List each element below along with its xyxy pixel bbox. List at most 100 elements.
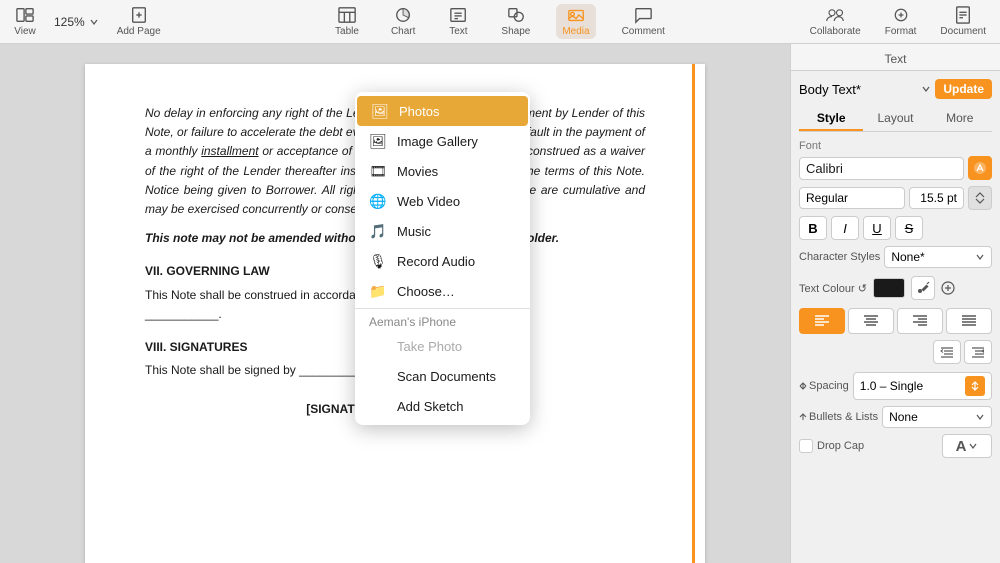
view-icon [14, 6, 36, 24]
dropcap-style-button[interactable]: A [942, 434, 992, 458]
style-dropdown[interactable] [921, 84, 931, 94]
menu-item-image-gallery-label: Image Gallery [397, 134, 478, 149]
view-label: View [14, 26, 36, 37]
align-center-button[interactable] [848, 308, 894, 334]
dropcap-label: Drop Cap [817, 440, 864, 452]
bullets-value: None [889, 410, 918, 424]
bullets-chevron-icon [975, 413, 985, 421]
text-color-swatch[interactable] [873, 278, 905, 298]
menu-item-choose[interactable]: 📁 Choose… [355, 276, 530, 306]
font-name-box[interactable]: Calibri [799, 157, 964, 180]
panel-tabs: Style Layout More [799, 107, 992, 132]
menu-item-web-video-label: Web Video [397, 194, 460, 209]
align-justify-button[interactable] [946, 308, 992, 334]
indent-decrease-button[interactable] [933, 340, 961, 364]
font-color-icon [973, 161, 987, 175]
font-size-box[interactable]: 15.5 pt [909, 187, 964, 209]
align-right-icon [912, 314, 928, 328]
indent-increase-button[interactable] [964, 340, 992, 364]
font-style-value: Regular [806, 191, 848, 205]
char-styles-dropdown[interactable]: None* [884, 246, 992, 268]
font-color-button[interactable] [968, 156, 992, 180]
text-icon [447, 6, 469, 24]
strikethrough-button[interactable]: S [895, 216, 923, 240]
menu-item-take-photo[interactable]: Take Photo [355, 331, 530, 361]
spacing-stepper-arrows [969, 380, 981, 392]
style-name: Body Text* [799, 82, 917, 97]
media-button[interactable]: Media [556, 4, 595, 39]
tab-style[interactable]: Style [799, 107, 863, 131]
document-area: No delay in enforcing any right of the L… [0, 44, 790, 563]
main-toolbar: View 125% Add Page [0, 0, 1000, 44]
dropcap-chevron-icon [968, 442, 978, 450]
bold-button[interactable]: B [799, 216, 827, 240]
view-button[interactable]: View [8, 4, 42, 39]
menu-item-record-audio[interactable]: 🎙 Record Audio [355, 246, 530, 276]
italic-button[interactable]: I [831, 216, 859, 240]
shape-button[interactable]: Shape [495, 4, 536, 39]
menu-item-image-gallery[interactable]: 🖼 Image Gallery [355, 126, 530, 156]
chart-button[interactable]: Chart [385, 4, 421, 39]
media-label: Media [562, 26, 589, 37]
font-style-box[interactable]: Regular [799, 187, 905, 209]
take-photo-icon [369, 337, 387, 355]
collaborate-label: Collaborate [810, 26, 861, 37]
media-icon [565, 6, 587, 24]
menu-item-add-sketch[interactable]: Add Sketch [355, 391, 530, 421]
align-left-button[interactable] [799, 308, 845, 334]
add-page-icon [128, 6, 150, 24]
menu-item-scan-documents[interactable]: Scan Documents [355, 361, 530, 391]
align-center-icon [863, 314, 879, 328]
text-button[interactable]: Text [441, 4, 475, 39]
font-section-label: Font [799, 140, 992, 152]
align-justify-icon [961, 314, 977, 328]
shape-icon [505, 6, 527, 24]
table-button[interactable]: Table [329, 4, 365, 39]
text-color-options-icon[interactable] [941, 281, 955, 295]
menu-item-music-label: Music [397, 224, 431, 239]
chart-icon [392, 6, 414, 24]
bullets-dropdown[interactable]: None [882, 406, 992, 428]
menu-item-photos[interactable]: 🖼 Photos [357, 96, 528, 126]
document-button[interactable]: Document [934, 4, 992, 39]
menu-item-choose-label: Choose… [397, 284, 455, 299]
right-panel: Text Body Text* Update Style Layout More… [790, 44, 1000, 563]
spacing-row: Spacing 1.0 – Single [799, 372, 992, 400]
alignment-row [799, 308, 992, 334]
menu-separator [355, 308, 530, 309]
record-audio-icon: 🎙 [369, 252, 387, 270]
format-button[interactable]: Format [879, 4, 923, 39]
media-dropdown-menu: 🖼 Photos 🖼 Image Gallery 🎞 Movies 🌐 Web … [355, 92, 530, 425]
movies-icon: 🎞 [369, 162, 387, 180]
spacing-dropdown[interactable]: 1.0 – Single [853, 372, 992, 400]
tab-layout[interactable]: Layout [863, 107, 927, 131]
underline-button[interactable]: U [863, 216, 891, 240]
menu-item-scan-documents-label: Scan Documents [397, 369, 496, 384]
collaborate-icon [824, 6, 846, 24]
format-icon [890, 6, 912, 24]
comment-button[interactable]: Comment [616, 4, 671, 39]
menu-item-movies[interactable]: 🎞 Movies [355, 156, 530, 186]
indent-decrease-icon [940, 346, 954, 358]
tab-more[interactable]: More [928, 107, 992, 131]
format-btn-row: B I U S [799, 216, 992, 240]
font-size-stepper[interactable] [968, 186, 992, 210]
spacing-label: Spacing [799, 380, 849, 392]
color-eyedropper-button[interactable] [911, 276, 935, 300]
menu-item-photos-label: Photos [399, 104, 439, 119]
text-label: Text [449, 26, 467, 37]
update-button[interactable]: Update [935, 79, 992, 99]
dropcap-checkbox[interactable] [799, 439, 813, 453]
menu-item-record-audio-label: Record Audio [397, 254, 475, 269]
add-page-button[interactable]: Add Page [111, 4, 167, 39]
indent-increase-icon [971, 346, 985, 358]
table-icon [336, 6, 358, 24]
eyedropper-icon [916, 281, 930, 295]
zoom-value: 125% [54, 15, 85, 29]
align-right-button[interactable] [897, 308, 943, 334]
menu-item-web-video[interactable]: 🌐 Web Video [355, 186, 530, 216]
music-icon: 🎵 [369, 222, 387, 240]
document-label: Document [940, 26, 986, 37]
menu-item-music[interactable]: 🎵 Music [355, 216, 530, 246]
collaborate-button[interactable]: Collaborate [804, 4, 867, 39]
